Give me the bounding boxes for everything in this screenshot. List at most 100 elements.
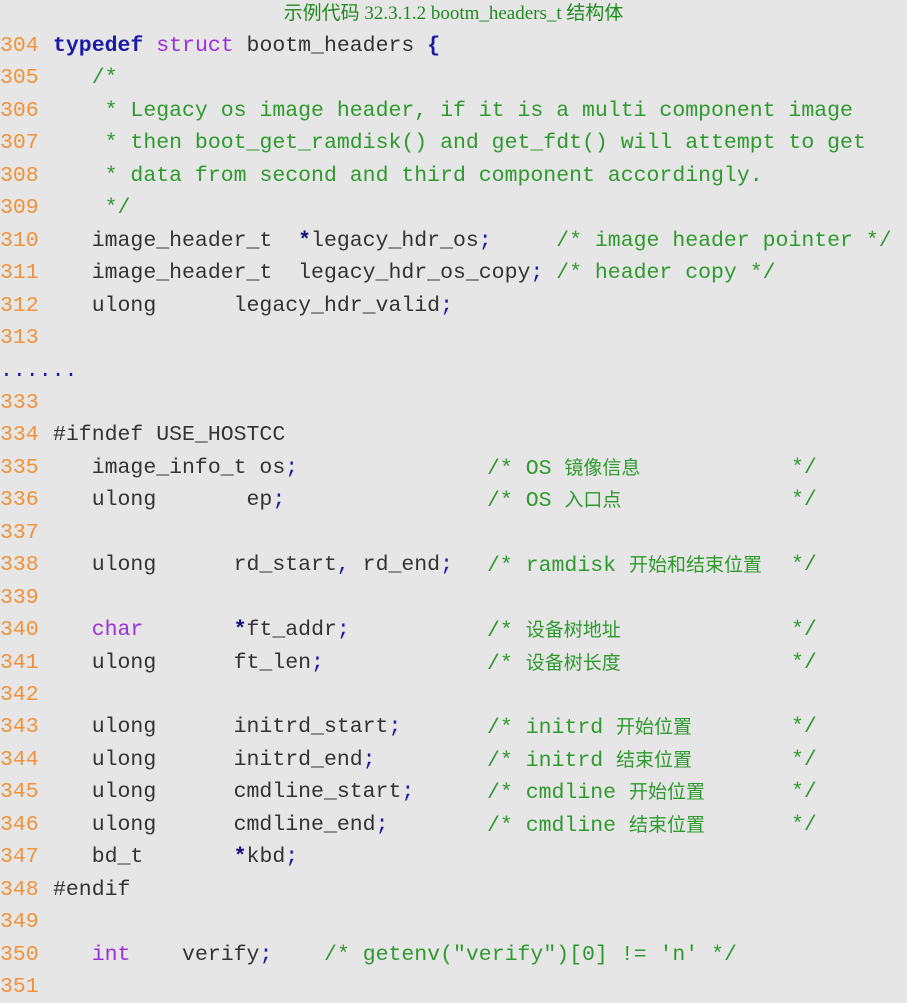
trailing-comment: /* 设备树地址 (487, 619, 621, 644)
comment: * Legacy os image header, if it is a mul… (91, 98, 853, 123)
code-text: image_info_t os (53, 455, 286, 480)
line-number: 340 (0, 618, 39, 643)
line-number: 304 (0, 34, 39, 58)
code-line: 304 typedef struct bootm_headers { (0, 30, 907, 62)
line-source: typedef struct bootm_headers { (53, 30, 440, 62)
line-number: 336 (0, 488, 39, 513)
comment-close: */ (791, 455, 817, 480)
punctuation: ; (336, 618, 350, 643)
trailing-comment: /* cmdline 结束位置 (487, 813, 705, 838)
line-number: 337 (0, 520, 39, 545)
code-line: 333 (0, 387, 907, 419)
comment: * then boot_get_ramdisk() and get_fdt() … (91, 131, 866, 156)
code-line: 313 (0, 322, 907, 354)
code-line: 346 ulong cmdline_end; /* cmdline 结束位置 */ (0, 809, 907, 841)
line-source: */ (53, 192, 131, 224)
code-line: 334 #ifndef USE_HOSTCC (0, 419, 907, 451)
pointer-star: * (233, 845, 247, 870)
punctuation: ; (311, 650, 324, 675)
line-source: /* (53, 62, 118, 94)
line-number: 313 (0, 326, 39, 351)
code-line: 336 ulong ep; /* OS 入口点 */ (0, 484, 907, 516)
code-line: 338 ulong rd_start, rd_end; /* ramdisk 开始… (0, 549, 907, 581)
comment-close: */ (791, 812, 817, 837)
line-number: 346 (0, 812, 39, 837)
code-text: image_header_t legacy_hdr_os_copy (53, 261, 531, 286)
omitted-lines-ellipsis: ...... (0, 358, 78, 383)
line-number: 345 (0, 780, 39, 805)
pointer-star: * (298, 228, 312, 253)
trailing-comment: /* cmdline 开始位置 (487, 781, 705, 806)
trailing-comment: /* initrd 结束位置 (487, 748, 693, 773)
line-source: #endif (53, 874, 130, 906)
code-caption: 示例代码 32.3.1.2 bootm_headers_t 结构体 (283, 3, 624, 24)
trailing-comment: /* 设备树长度 (487, 651, 621, 676)
code-text: ulong cmdline_end (53, 812, 376, 837)
code-text: ulong ep (53, 488, 273, 513)
code-line: 307 * then boot_get_ramdisk() and get_fd… (0, 127, 907, 159)
trailing-comment: /* ramdisk 开始和结束位置 (487, 554, 762, 579)
code-line: 349 (0, 906, 907, 938)
line-source: ulong cmdline_start; (53, 776, 415, 808)
keyword: { (427, 34, 441, 58)
code-text: ulong ft_len (53, 650, 312, 675)
comment: /* image header pointer */ (556, 228, 892, 253)
code-line: 343 ulong initrd_start; /* initrd 开始位置 */ (0, 711, 907, 743)
type-keyword: int (91, 942, 131, 967)
code-line: 310 image_header_t *legacy_hdr_os; /* im… (0, 225, 907, 257)
comment-close: */ (791, 747, 817, 772)
line-number: 307 (0, 131, 39, 156)
punctuation: ; (272, 488, 286, 513)
code-line: 345 ulong cmdline_start; /* cmdline 开始位置 *… (0, 776, 907, 808)
code-line: 335 image_info_t os; /* OS 镜像信息 */ (0, 452, 907, 484)
comment: * data from second and third component a… (91, 163, 763, 188)
code-line: 340 char *ft_addr; /* 设备树地址 */ (0, 614, 907, 646)
code-text: ulong cmdline_start (53, 780, 402, 805)
line-source: char *ft_addr; (53, 614, 350, 646)
code-line: 308 * data from second and third compone… (0, 160, 907, 192)
code-text: bootm_headers (233, 34, 428, 58)
line-source: ulong ft_len; (53, 647, 324, 679)
line-source: ulong legacy_hdr_valid; (53, 290, 453, 322)
line-number: 350 (0, 942, 39, 967)
code-line: 348 #endif (0, 874, 907, 906)
pointer-star: * (233, 618, 247, 643)
code-text: legacy_hdr_os (311, 228, 479, 253)
trailing-comment: /* initrd 开始位置 (487, 716, 693, 741)
line-source: * then boot_get_ramdisk() and get_fdt() … (53, 127, 866, 159)
line-source: ulong rd_start, rd_end; (53, 549, 453, 581)
punctuation: ; (530, 261, 544, 286)
line-source: * Legacy os image header, if it is a mul… (53, 95, 853, 127)
code-text: #endif (53, 877, 131, 902)
comment-close: */ (791, 553, 817, 578)
punctuation: ; (401, 780, 415, 805)
line-number: 335 (0, 455, 39, 480)
punctuation: ; (388, 715, 402, 740)
line-source: * data from second and third component a… (53, 160, 763, 192)
comment: /* getenv("verify")[0] != 'n' */ (323, 942, 737, 967)
line-source: ulong cmdline_end; (53, 809, 389, 841)
line-source: image_info_t os; (53, 452, 298, 484)
line-number: 333 (0, 390, 39, 415)
line-source: #ifndef USE_HOSTCC (53, 419, 285, 451)
line-number: 341 (0, 650, 39, 675)
comment-close: */ (791, 618, 817, 643)
comment-close: */ (791, 715, 817, 740)
code-text: ulong initrd_end (53, 747, 363, 772)
code-text: verify (130, 942, 260, 967)
code-text: image_header_t (53, 228, 299, 253)
code-line: 311 image_header_t legacy_hdr_os_copy; /… (0, 257, 907, 289)
punctuation: ; (285, 455, 299, 480)
punctuation: ; (440, 293, 453, 318)
code-line: 350 int verify; /* getenv("verify")[0] !… (0, 939, 907, 971)
